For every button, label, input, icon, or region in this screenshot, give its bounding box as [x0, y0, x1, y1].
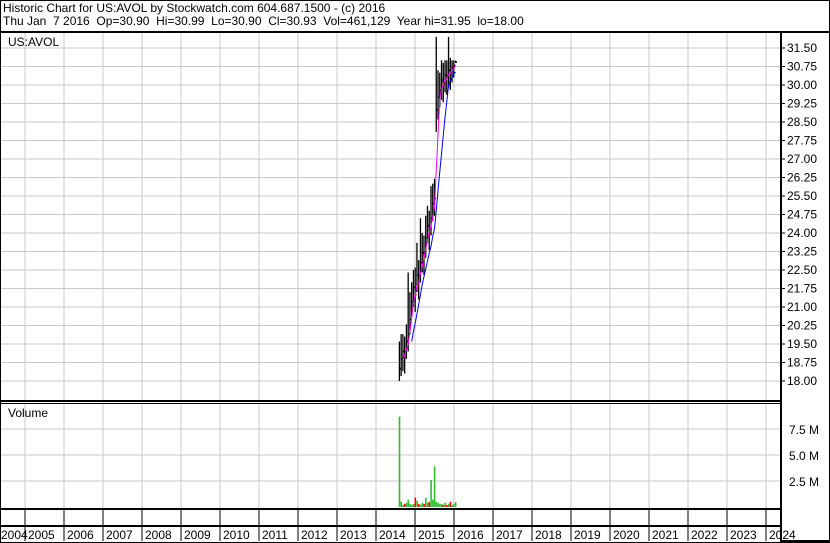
year-label: 2004	[1, 528, 28, 542]
volume-bar	[442, 504, 445, 507]
volume-bar	[433, 466, 436, 507]
price-tick-label: 30.00	[787, 78, 817, 92]
year-label: 2022	[691, 528, 718, 542]
year-label: 2006	[67, 528, 94, 542]
volume-bar	[451, 504, 453, 507]
volume-bar	[449, 501, 452, 507]
year-label: 2011	[262, 528, 288, 542]
volume-bar	[412, 503, 415, 507]
price-tick-label: 18.00	[787, 374, 817, 388]
year-label: 2023	[730, 528, 757, 542]
volume-bar	[416, 500, 418, 507]
volume-bar	[425, 497, 427, 507]
price-tick-label: 24.00	[787, 226, 817, 240]
year-label: 2009	[184, 528, 211, 542]
volume-bar	[407, 499, 410, 507]
volume-bar	[428, 501, 431, 507]
price-tick-label: 26.25	[787, 171, 817, 185]
volume-bar	[454, 502, 457, 507]
volume-bar	[432, 499, 434, 507]
volume-bar	[410, 504, 413, 507]
year-label: 2014	[379, 528, 406, 542]
price-tick-label: 21.75	[787, 282, 817, 296]
price-tick-label: 24.75	[787, 208, 817, 222]
volume-bar	[439, 503, 441, 507]
year-label: 2005	[28, 528, 55, 542]
volume-bar	[437, 502, 439, 507]
volume-tick-label: 2.5 M	[789, 475, 819, 489]
volume-bar	[418, 503, 420, 507]
year-label: 2017	[496, 528, 523, 542]
year-label: 2024	[769, 528, 796, 542]
volume-bar	[447, 503, 450, 507]
price-tick-label: 23.25	[787, 245, 817, 259]
chart-window: Historic Chart for US:AVOL by Stockwatch…	[0, 0, 830, 543]
price-tick-label: 21.00	[787, 300, 817, 314]
price-tick-label: 27.00	[787, 152, 817, 166]
symbol-label: US:AVOL	[8, 35, 59, 49]
volume-bar	[446, 504, 448, 507]
year-label: 2008	[145, 528, 172, 542]
price-volume-chart: 31.50 30.75 30.00 29.25 28.50 27.75 27.00 26.25…	[0, 0, 830, 543]
volume-bar	[453, 503, 455, 507]
year-label: 2018	[535, 528, 562, 542]
price-tick-label: 25.50	[787, 189, 817, 203]
year-label: 2020	[613, 528, 640, 542]
volume-bar	[400, 501, 403, 507]
volume-bar	[444, 502, 446, 507]
year-label: 2015	[418, 528, 445, 542]
price-tick-label: 30.75	[787, 60, 817, 74]
moving-average-line	[411, 71, 456, 342]
volume-bar	[426, 502, 429, 507]
price-tick-label: 28.50	[787, 115, 817, 129]
volume-bar	[414, 497, 417, 507]
price-tick-label: 29.25	[787, 97, 817, 111]
volume-bar	[421, 502, 424, 507]
volume-label: Volume	[8, 406, 48, 420]
volume-tick-label: 5.0 M	[789, 449, 819, 463]
year-label: 2013	[340, 528, 367, 542]
price-tick-label: 31.50	[787, 41, 817, 55]
volume-bar	[430, 479, 432, 507]
volume-bar	[435, 501, 438, 507]
price-tick-label: 18.75	[787, 356, 817, 370]
price-tick-label: 22.50	[787, 263, 817, 277]
year-label: 2010	[223, 528, 250, 542]
volume-bar	[440, 503, 443, 507]
price-tick-label: 20.25	[787, 319, 817, 333]
volume-bar	[419, 504, 422, 507]
volume-bar	[409, 503, 411, 507]
volume-bar	[403, 503, 406, 507]
price-tick-label: 27.75	[787, 134, 817, 148]
volume-tick-label: 7.5 M	[789, 423, 819, 437]
price-tick-label: 19.50	[787, 337, 817, 351]
year-label: 2016	[457, 528, 484, 542]
year-label: 2007	[106, 528, 133, 542]
volume-bar	[398, 416, 401, 507]
volume-bar	[405, 502, 408, 507]
year-label: 2021	[652, 528, 679, 542]
volume-bar	[402, 504, 404, 507]
year-label: 2012	[301, 528, 328, 542]
year-label: 2019	[574, 528, 601, 542]
volume-bar	[423, 503, 425, 507]
